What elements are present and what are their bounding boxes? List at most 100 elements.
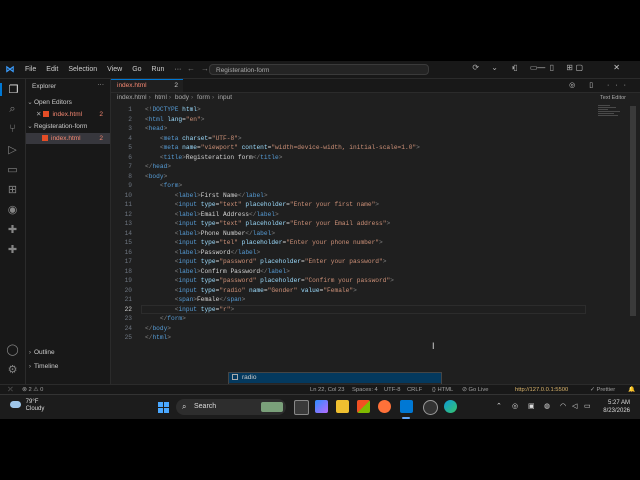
ms-store-icon[interactable] — [357, 400, 370, 413]
code-text[interactable]: <label>Confirm Password</label> — [145, 267, 290, 277]
settings-app-icon[interactable] — [423, 400, 438, 415]
code-text[interactable]: <body> — [145, 172, 167, 182]
code-line[interactable]: 1 <!DOCTYPE html> — [111, 105, 586, 115]
tray-app-icon[interactable]: ◎ — [512, 402, 518, 410]
code-text[interactable]: <span>Female</span> — [145, 295, 246, 305]
window-controls[interactable]: — ▢ ✕ — [537, 63, 634, 72]
code-text[interactable]: <label>Password</label> — [145, 248, 260, 258]
code-line[interactable]: 24 </body> — [111, 324, 586, 334]
close-icon[interactable]: ✕ — [36, 111, 41, 118]
code-line[interactable]: 9 <form> — [111, 181, 586, 191]
code-text[interactable]: <label>Email Address</label> — [145, 210, 279, 220]
code-text[interactable]: <form> — [145, 181, 182, 191]
wifi-icon[interactable]: ◠ — [560, 402, 566, 410]
code-line[interactable]: 14 <label>Phone Number</label> — [111, 229, 586, 239]
menu-edit[interactable]: Edit — [41, 66, 63, 73]
code-text[interactable]: <html lang="en"> — [145, 115, 204, 125]
task-view-icon[interactable] — [294, 400, 309, 415]
volume-icon[interactable]: ◁ — [572, 402, 577, 410]
code-line[interactable]: 21 <span>Female</span> — [111, 295, 586, 305]
code-text[interactable]: <head> — [145, 124, 167, 134]
code-text[interactable]: </html> — [145, 333, 171, 343]
folder-section[interactable]: ⌄Registeration-form — [26, 121, 110, 132]
code-line[interactable]: 5 <meta name="viewport" content="width=d… — [111, 143, 586, 153]
code-text[interactable]: <input type="text" placeholder="Enter yo… — [145, 219, 390, 229]
search-icon[interactable]: ⌕ — [0, 103, 25, 116]
code-line[interactable]: 25 </html> — [111, 333, 586, 343]
code-line[interactable]: 13 <input type="text" placeholder="Enter… — [111, 219, 586, 229]
firefox-icon[interactable] — [378, 400, 391, 413]
tab-index-html[interactable]: index.html 2 — [111, 79, 183, 92]
code-line[interactable]: 15 <input type="tel" placeholder="Enter … — [111, 238, 586, 248]
menu-file[interactable]: File — [20, 66, 41, 73]
code-text[interactable]: <title>Registeration form</title> — [145, 153, 283, 163]
tray-app-icon[interactable]: ▣ — [528, 402, 535, 410]
vertical-scrollbar[interactable] — [630, 106, 636, 316]
system-clock[interactable]: 5:27 AM 8/23/2026 — [603, 399, 630, 415]
battery-icon[interactable]: ▭ — [584, 402, 591, 410]
code-text[interactable]: </head> — [145, 162, 171, 172]
code-text[interactable]: <!DOCTYPE html> — [145, 105, 201, 115]
menu-selection[interactable]: Selection — [63, 66, 102, 73]
suggestion-item[interactable]: radio — [229, 373, 441, 383]
code-line[interactable]: 19 <input type="password" placeholder="C… — [111, 276, 586, 286]
breadcrumb-item[interactable]: input — [218, 94, 232, 101]
code-line[interactable]: 10 <label>First Name</label> — [111, 191, 586, 201]
code-text[interactable]: <input type="text" placeholder="Enter yo… — [145, 200, 379, 210]
code-line[interactable]: 11 <input type="text" placeholder="Enter… — [111, 200, 586, 210]
code-line[interactable]: 17 <input type="password" placeholder="E… — [111, 257, 586, 267]
code-text[interactable]: <meta charset="UTF-8"> — [145, 134, 242, 144]
breadcrumb-item[interactable]: form — [197, 94, 210, 101]
breadcrumb-item[interactable]: body — [175, 94, 189, 101]
explorer-icon[interactable]: ❐ — [0, 83, 25, 96]
source-control-icon[interactable]: ⑂ — [0, 123, 25, 135]
minimap[interactable] — [598, 105, 628, 135]
code-line[interactable]: 7 </head> — [111, 162, 586, 172]
edge-devtools-icon[interactable]: ◉ — [0, 203, 25, 216]
extensions-icon[interactable]: ⊞ — [0, 183, 25, 196]
tray-app-icon[interactable]: ◍ — [544, 402, 550, 410]
code-line[interactable]: 4 <meta charset="UTF-8"> — [111, 134, 586, 144]
code-line[interactable]: 22 <input type="r"> — [111, 304, 586, 314]
weather-widget[interactable]: 79°F Cloudy — [10, 399, 44, 413]
code-line[interactable]: 23 </form> — [111, 314, 586, 324]
copilot-app-icon[interactable] — [315, 400, 328, 413]
account-icon[interactable]: ◯ — [0, 343, 25, 356]
settings-gear-icon[interactable]: ⚙ — [0, 363, 25, 376]
python-icon[interactable]: ✚ — [0, 223, 25, 236]
edge-browser-icon[interactable] — [444, 400, 457, 413]
remote-explorer-icon[interactable]: ▭ — [0, 163, 25, 176]
code-text[interactable]: <input type="tel" placeholder="Enter you… — [145, 238, 383, 248]
code-text[interactable]: <label>First Name</label> — [145, 191, 268, 201]
code-line[interactable]: 6 <title>Registeration form</title> — [111, 153, 586, 163]
code-line[interactable]: 3 <head> — [111, 124, 586, 134]
tab-problem-count[interactable]: 2 — [174, 80, 178, 92]
breadcrumb-item[interactable]: html — [155, 94, 167, 101]
code-text[interactable]: <input type="password" placeholder="Ente… — [145, 257, 387, 267]
menu-more[interactable]: ··· — [169, 66, 186, 73]
sidebar-more-icon[interactable]: ··· — [98, 81, 105, 88]
tray-chevron-icon[interactable]: ⌃ — [496, 402, 502, 410]
code-line[interactable]: 12 <label>Email Address</label> — [111, 210, 586, 220]
code-text[interactable]: </form> — [145, 314, 186, 324]
taskbar-search[interactable]: ⌕ Search — [176, 399, 286, 415]
folder-file-item[interactable]: index.html 2 — [26, 133, 110, 144]
breadcrumb-item[interactable]: index.html — [117, 94, 147, 101]
code-line[interactable]: 16 <label>Password</label> — [111, 248, 586, 258]
file-explorer-icon[interactable] — [336, 400, 349, 413]
menu-view[interactable]: View — [102, 66, 127, 73]
code-line[interactable]: 2 <html lang="en"> — [111, 115, 586, 125]
code-line[interactable]: 8 <body> — [111, 172, 586, 182]
code-text[interactable]: <input type="password" placeholder="Conf… — [145, 276, 394, 286]
menu-run[interactable]: Run — [147, 66, 170, 73]
open-editor-item[interactable]: ✕ index.html 2 — [26, 109, 110, 120]
command-center-search[interactable]: Registeration-form — [209, 64, 429, 75]
run-debug-icon[interactable]: ▷ — [0, 143, 25, 156]
code-text[interactable]: <meta name="viewport" content="width=dev… — [145, 143, 420, 153]
menu-go[interactable]: Go — [127, 66, 146, 73]
windows-start-icon[interactable] — [158, 402, 169, 413]
code-text[interactable]: <input type="radio" name="Gender" value=… — [145, 286, 357, 296]
code-text[interactable]: <label>Phone Number</label> — [145, 229, 275, 239]
code-line[interactable]: 20 <input type="radio" name="Gender" val… — [111, 286, 586, 296]
vscode-taskbar-icon[interactable] — [400, 400, 413, 413]
